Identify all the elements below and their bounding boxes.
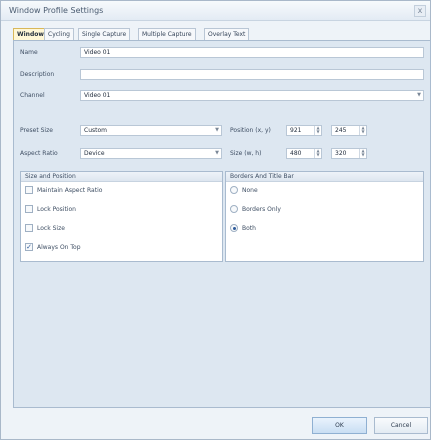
maintain-aspect-ratio-checkbox[interactable] xyxy=(25,186,33,194)
always-on-top-checkbox[interactable]: ✓ xyxy=(25,243,33,251)
always-on-top-label[interactable]: Always On Top xyxy=(37,244,81,251)
border-both-radio[interactable] xyxy=(230,224,238,232)
maintain-aspect-ratio-label[interactable]: Maintain Aspect Ratio xyxy=(37,187,102,194)
tab-multiple-capture[interactable]: Multiple Capture xyxy=(138,28,196,40)
channel-value: Video 01 xyxy=(84,92,111,99)
channel-label: Channel xyxy=(20,92,45,99)
tab-window[interactable]: Window xyxy=(13,28,48,40)
position-label: Position (x, y) xyxy=(230,127,271,134)
tab-single-capture[interactable]: Single Capture xyxy=(78,28,131,40)
name-label: Name xyxy=(20,49,38,56)
tab-overlay-text[interactable]: Overlay Text xyxy=(204,28,250,40)
spin-updown-icon[interactable]: ▲ ▼ xyxy=(314,126,321,135)
tab-panel-window: Name Video 01 Description Channel Video … xyxy=(13,40,431,408)
lock-size-label[interactable]: Lock Size xyxy=(37,225,65,232)
borders-only-radio[interactable] xyxy=(230,205,238,213)
preset-size-value: Custom xyxy=(84,127,107,134)
borders-and-title-bar-group: Borders And Title Bar None Borders Only … xyxy=(225,171,424,262)
borders-and-title-bar-header: Borders And Title Bar xyxy=(226,172,423,182)
aspect-ratio-select[interactable]: Device ▼ xyxy=(80,148,222,159)
lock-position-checkbox[interactable] xyxy=(25,205,33,213)
size-h-value: 320 xyxy=(335,150,347,157)
lock-position-label[interactable]: Lock Position xyxy=(37,206,76,213)
dialog-title: Window Profile Settings xyxy=(9,6,104,15)
aspect-ratio-label: Aspect Ratio xyxy=(20,150,58,157)
name-input[interactable]: Video 01 xyxy=(80,47,424,58)
aspect-ratio-value: Device xyxy=(84,150,105,157)
size-h-stepper[interactable]: 320 ▲ ▼ xyxy=(331,148,367,159)
window-profile-settings-dialog: Window Profile Settings x Window Cycling… xyxy=(0,0,431,440)
border-none-label[interactable]: None xyxy=(242,187,258,194)
chevron-down-icon: ▼ xyxy=(215,127,219,133)
spin-updown-icon[interactable]: ▲ ▼ xyxy=(359,126,366,135)
description-label: Description xyxy=(20,71,55,78)
size-and-position-group: Size and Position Maintain Aspect Ratio … xyxy=(20,171,223,262)
channel-select[interactable]: Video 01 ▼ xyxy=(80,90,424,101)
spin-updown-icon[interactable]: ▲ ▼ xyxy=(314,149,321,158)
position-y-value: 245 xyxy=(335,127,347,134)
border-both-label[interactable]: Both xyxy=(242,225,256,232)
borders-only-label[interactable]: Borders Only xyxy=(242,206,281,213)
ok-button[interactable]: OK xyxy=(312,417,367,434)
border-none-radio[interactable] xyxy=(230,186,238,194)
check-icon: ✓ xyxy=(26,243,32,251)
preset-size-label: Preset Size xyxy=(20,127,53,134)
title-bar[interactable]: Window Profile Settings x xyxy=(1,1,430,21)
size-w-stepper[interactable]: 480 ▲ ▼ xyxy=(286,148,322,159)
lock-size-checkbox[interactable] xyxy=(25,224,33,232)
position-x-value: 921 xyxy=(290,127,302,134)
size-label: Size (w, h) xyxy=(230,150,262,157)
close-button[interactable]: x xyxy=(414,5,426,17)
position-x-stepper[interactable]: 921 ▲ ▼ xyxy=(286,125,322,136)
size-w-value: 480 xyxy=(290,150,302,157)
radio-selected-icon xyxy=(233,227,236,230)
chevron-down-icon: ▼ xyxy=(215,150,219,156)
tab-cycling[interactable]: Cycling xyxy=(44,28,74,40)
size-and-position-header: Size and Position xyxy=(21,172,222,182)
chevron-down-icon: ▼ xyxy=(417,92,421,98)
preset-size-select[interactable]: Custom ▼ xyxy=(80,125,222,136)
spin-updown-icon[interactable]: ▲ ▼ xyxy=(359,149,366,158)
cancel-button[interactable]: Cancel xyxy=(374,417,428,434)
position-y-stepper[interactable]: 245 ▲ ▼ xyxy=(331,125,367,136)
description-input[interactable] xyxy=(80,69,424,80)
